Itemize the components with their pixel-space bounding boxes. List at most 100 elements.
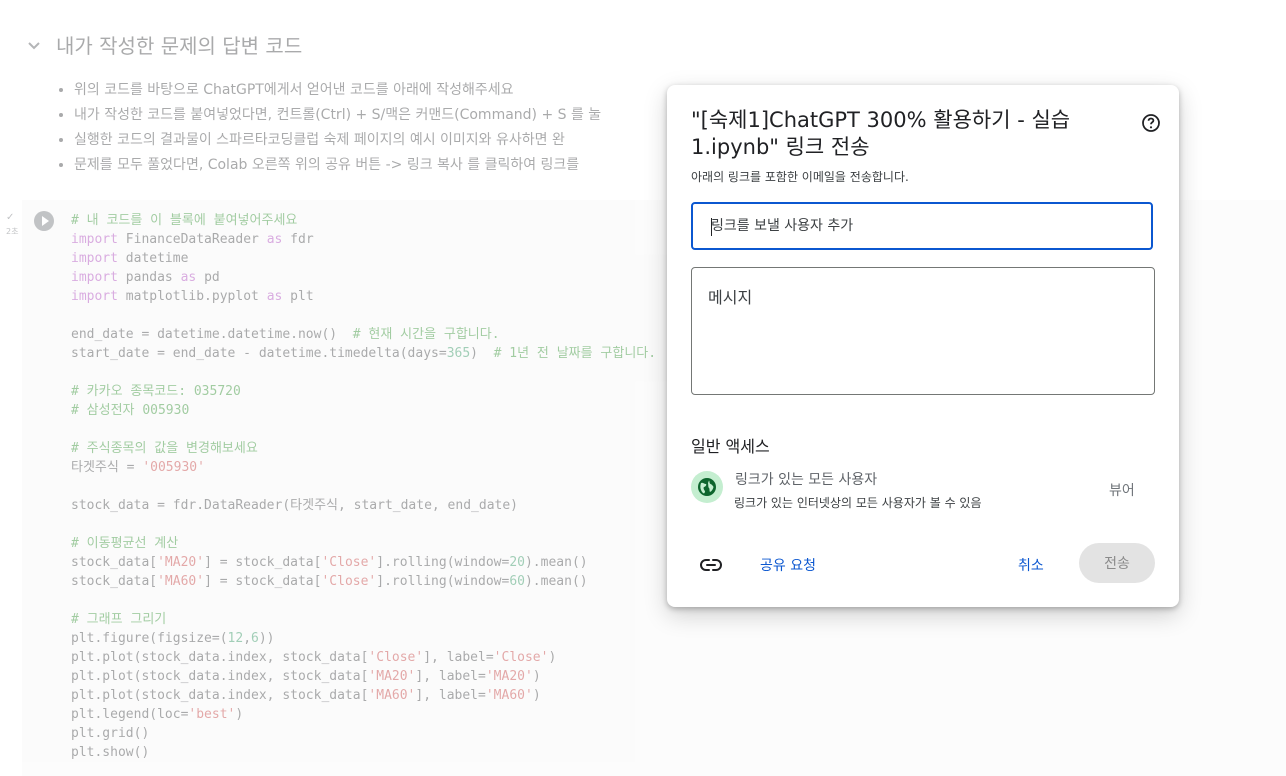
code-token: 타겟주식 = [71,460,143,475]
code-token: plt.figure(figsize=( [71,631,228,646]
code-line: import datetime [71,249,656,268]
code-line: plt.legend(loc='best') [71,705,656,724]
cancel-button[interactable]: 취소 [1018,555,1044,575]
cell-execution-time: 2초 [6,227,19,236]
code-token: 'MA60' [157,574,205,589]
code-line: # 삼성전자 005930 [71,401,656,420]
code-line: end_date = datetime.datetime.now() # 현재 … [71,325,656,344]
code-token: , [243,631,252,646]
instruction-list: 위의 코드를 바탕으로 ChatGPT에게서 얻어낸 코드를 아래에 작성해주세… [56,78,601,178]
code-line: # 그래프 그리기 [71,610,656,629]
code-line: plt.show() [71,743,656,762]
code-line: 타겟주식 = '005930' [71,458,656,477]
code-token: plt.legend(loc= [71,707,189,722]
code-token: plt.plot(stock_data.index, stock_data[ [71,650,369,665]
code-token: ) [470,346,494,361]
code-token: ], label= [415,669,486,684]
code-token: plt.plot(stock_data.index, stock_data[ [71,669,369,684]
chevron-down-icon[interactable] [26,37,42,53]
message-textarea[interactable] [691,267,1155,395]
run-cell-button[interactable] [34,211,54,231]
code-line: plt.plot(stock_data.index, stock_data['M… [71,686,656,705]
code-token: ].rolling(window= [376,555,510,570]
code-token: ).mean() [524,574,588,589]
list-item: 문제를 모두 풀었다면, Colab 오른쪽 위의 공유 버튼 -> 링크 복사… [74,153,601,178]
code-line: stock_data = fdr.DataReader(타겟주식, start_… [71,496,656,515]
code-line: import matplotlib.pyplot as plt [71,287,656,306]
code-token: # 현재 시간을 구합니다. [352,327,500,342]
code-token: 'MA20' [157,555,205,570]
code-line: plt.figure(figsize=(12,6)) [71,629,656,648]
code-token: 'best' [188,707,236,722]
access-description: 링크가 있는 인터넷상의 모든 사용자가 볼 수 있음 [734,496,982,510]
code-token: # 내 코드를 이 블록에 붙여넣어주세요 [71,213,298,228]
code-token: 'MA20' [485,669,533,684]
code-token: '005930' [142,460,205,475]
code-line: # 주식종목의 값을 변경해보세요 [71,439,656,458]
code-token: start_date = end_date - datetime.timedel… [71,346,447,361]
share-dialog: "[숙제1]ChatGPT 300% 활용하기 - 실습 1.ipynb" 링크… [667,85,1179,607]
code-token: 'MA20' [368,669,416,684]
code-token: plt.show() [71,745,150,760]
code-token: stock_data = fdr.DataReader(타겟주식, start_… [71,498,518,513]
text-caret [711,218,712,236]
code-token: ], label= [415,688,486,703]
globe-icon [698,478,716,496]
code-token: import [71,232,118,247]
code-token: ] = stock_data[ [204,555,322,570]
code-token: pd [196,270,220,285]
code-token: 60 [509,574,525,589]
code-token: FinanceDataReader [117,232,267,247]
role-dropdown[interactable]: 뷰어 [1109,480,1135,500]
share-request-button[interactable]: 공유 요청 [760,555,816,575]
code-token: datetime [117,251,189,266]
code-token: as [266,289,283,304]
code-line: plt.grid() [71,724,656,743]
code-token: matplotlib.pyplot [117,289,267,304]
code-token: # 카카오 종목코드: 035720 [71,384,241,399]
code-line: # 카카오 종목코드: 035720 [71,382,656,401]
code-token: # 주식종목의 값을 변경해보세요 [71,441,258,456]
code-token: import [71,289,118,304]
code-line: import FinanceDataReader as fdr [71,230,656,249]
code-token: ) [235,707,244,722]
dialog-subtitle: 아래의 링크를 포함한 이메일을 전송합니다. [691,170,909,184]
section-header[interactable]: 내가 작성한 문제의 답변 코드 [26,30,302,59]
help-icon[interactable] [1141,113,1161,133]
code-token: ) [548,650,557,665]
code-line: start_date = end_date - datetime.timedel… [71,344,656,363]
code-token: plt.plot(stock_data.index, stock_data[ [71,688,369,703]
code-token: import [71,270,118,285]
code-line: stock_data['MA20'] = stock_data['Close']… [71,553,656,572]
send-button[interactable]: 전송 [1079,543,1155,583]
code-token: 'Close' [321,555,377,570]
code-token: 12 [227,631,244,646]
code-token: ].rolling(window= [376,574,510,589]
code-token: 'Close' [321,574,377,589]
list-item: 위의 코드를 바탕으로 ChatGPT에게서 얻어낸 코드를 아래에 작성해주세… [74,78,601,103]
code-token: end_date = datetime.datetime.now() [71,327,353,342]
code-token: # 이동평균선 계산 [71,536,179,551]
code-editor[interactable]: # 내 코드를 이 블록에 붙여넣어주세요 import FinanceDataR… [71,211,656,762]
access-scope-dropdown[interactable]: 링크가 있는 모든 사용자 [735,469,877,489]
code-token: # 삼성전자 005930 [71,403,190,418]
code-token: 'MA60' [485,688,533,703]
code-token: plt [282,289,314,304]
link-icon[interactable] [699,553,723,577]
list-item: 내가 작성한 코드를 붙여넣었다면, 컨트롤(Ctrl) + S/맥은 커맨드(… [74,103,601,128]
code-line: plt.plot(stock_data.index, stock_data['C… [71,648,656,667]
list-item: 실행한 코드의 결과물이 스파르타코딩클럽 숙제 페이지의 예시 이미지와 유사… [74,128,601,153]
code-token: # 그래프 그리기 [71,612,167,627]
code-token: 'MA60' [368,688,416,703]
code-token: )) [258,631,275,646]
recipient-input[interactable] [691,202,1153,250]
cell-status-check: ✓ [6,212,15,223]
code-token: as [266,232,283,247]
code-token: ] = stock_data[ [204,574,322,589]
code-token: as [180,270,197,285]
code-token: plt.grid() [71,726,150,741]
